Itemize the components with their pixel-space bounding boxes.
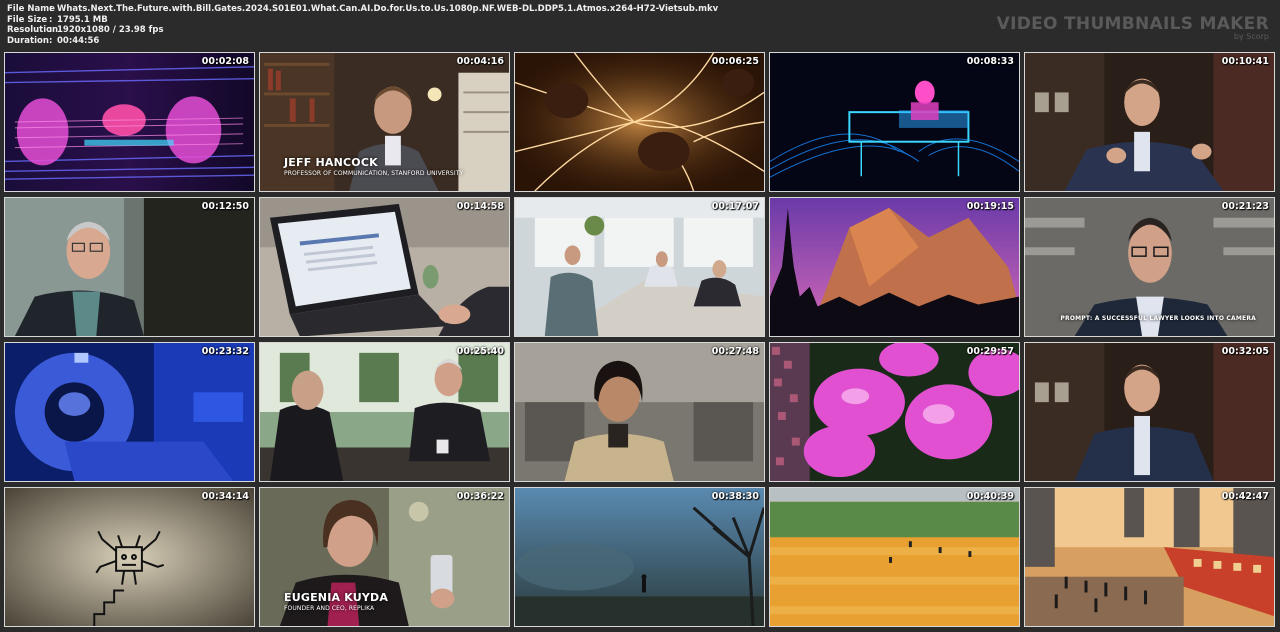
file-info: File Name : Whats.Next.The.Future.with.B… [7,4,718,46]
timestamp: 00:14:58 [456,201,504,212]
timestamp: 00:17:07 [711,201,759,212]
frame-image [770,343,1019,481]
watermark-brand: VIDEO THUMBNAILS MAKER by Scorp [997,14,1269,41]
frame-image [770,53,1019,191]
thumbnail[interactable]: 00:12:50 [4,197,255,337]
timestamp: 00:29:57 [966,346,1014,357]
file-name-value: Whats.Next.The.Future.with.Bill.Gates.20… [57,4,719,14]
frame-image [260,343,509,481]
timestamp: 00:42:47 [1221,491,1269,502]
frame-image [770,488,1019,626]
speaker-name: EUGENIA KUYDA [284,591,389,604]
thumbnail[interactable]: 00:36:22 EUGENIA KUYDA FOUNDER AND CEO, … [259,487,510,627]
file-size-value: 1795.1 MB [57,14,108,25]
resolution-row: Resolution : 1920x1080 / 23.98 fps [7,25,718,36]
frame-image [5,488,254,626]
separator: : [49,35,53,46]
lower-third-caption: JEFF HANCOCK PROFESSOR OF COMMUNICATION,… [284,156,463,177]
thumbnail[interactable]: 00:32:05 [1024,342,1275,482]
thumbnail[interactable]: 00:08:33 [769,52,1020,192]
thumbnail[interactable]: 00:25:40 [259,342,510,482]
thumbnail[interactable]: 00:06:25 [514,52,765,192]
timestamp: 00:34:14 [201,491,249,502]
thumbnail[interactable]: 00:42:47 [1024,487,1275,627]
timestamp: 00:08:33 [966,56,1014,67]
thumbnail[interactable]: 00:19:15 [769,197,1020,337]
speaker-name: JEFF HANCOCK [284,156,378,169]
thumbnail[interactable]: 00:29:57 [769,342,1020,482]
thumbnail[interactable]: 00:21:23 PROMPT: A SUCCESSFUL LAWYER LOO… [1024,197,1275,337]
separator: : [49,25,53,35]
timestamp: 00:25:40 [456,346,504,357]
timestamp: 00:32:05 [1221,346,1269,357]
separator: : [49,4,53,14]
frame-image [770,198,1019,336]
timestamp: 00:40:39 [966,491,1014,502]
separator: : [49,14,53,25]
resolution-label: Resolution [7,25,59,35]
timestamp: 00:19:15 [966,201,1014,212]
thumbnail[interactable]: 00:23:32 [4,342,255,482]
timestamp: 00:23:32 [201,346,249,357]
speaker-title: FOUNDER AND CEO, REPLIKA [284,605,375,612]
thumbnail-grid: 00:02:08 00:04:16 JEFF HANCOCK PROFESSOR… [4,52,1275,627]
file-size-label: File Size [7,14,48,25]
timestamp: 00:38:30 [711,491,759,502]
brand-name: VIDEO THUMBNAILS MAKER [996,14,1269,34]
frame-image [515,488,764,626]
thumbnail[interactable]: 00:38:30 [514,487,765,627]
thumbnail[interactable]: 00:27:48 [514,342,765,482]
thumbnail[interactable]: 00:34:14 [4,487,255,627]
frame-image [5,53,254,191]
frame-image [5,343,254,481]
timestamp: 00:36:22 [456,491,504,502]
frame-image [515,53,764,191]
speaker-title: PROFESSOR OF COMMUNICATION, STANFORD UNI… [284,170,464,177]
thumbnail[interactable]: 00:17:07 [514,197,765,337]
thumbnail[interactable]: 00:02:08 [4,52,255,192]
timestamp: 00:12:50 [201,201,249,212]
duration-row: Duration : 00:44:56 [7,36,718,47]
thumbnail[interactable]: 00:14:58 [259,197,510,337]
prompt-caption: PROMPT: A SUCCESSFUL LAWYER LOOKS INTO C… [1060,315,1256,322]
resolution-value: 1920x1080 / 23.98 fps [57,25,164,35]
frame-image [515,343,764,481]
duration-label: Duration [7,35,49,46]
timestamp: 00:21:23 [1221,201,1269,212]
thumbnail[interactable]: 00:40:39 [769,487,1020,627]
frame-image [1025,343,1274,481]
file-name-label: File Name [7,4,55,14]
timestamp: 00:10:41 [1221,56,1269,67]
duration-value: 00:44:56 [57,35,100,46]
timestamp: 00:06:25 [711,56,759,67]
lower-third-caption: EUGENIA KUYDA FOUNDER AND CEO, REPLIKA [284,591,388,612]
frame-image [260,198,509,336]
thumbnail[interactable]: 00:04:16 JEFF HANCOCK PROFESSOR OF COMMU… [259,52,510,192]
frame-image [1025,488,1274,626]
frame-image [1025,53,1274,191]
frame-image [5,198,254,336]
thumbnail[interactable]: 00:10:41 [1024,52,1275,192]
timestamp: 00:02:08 [201,56,249,67]
file-name-row: File Name : Whats.Next.The.Future.with.B… [7,4,718,15]
timestamp: 00:04:16 [456,56,504,67]
timestamp: 00:27:48 [711,346,759,357]
file-size-row: File Size : 1795.1 MB [7,15,718,26]
frame-image [515,198,764,336]
